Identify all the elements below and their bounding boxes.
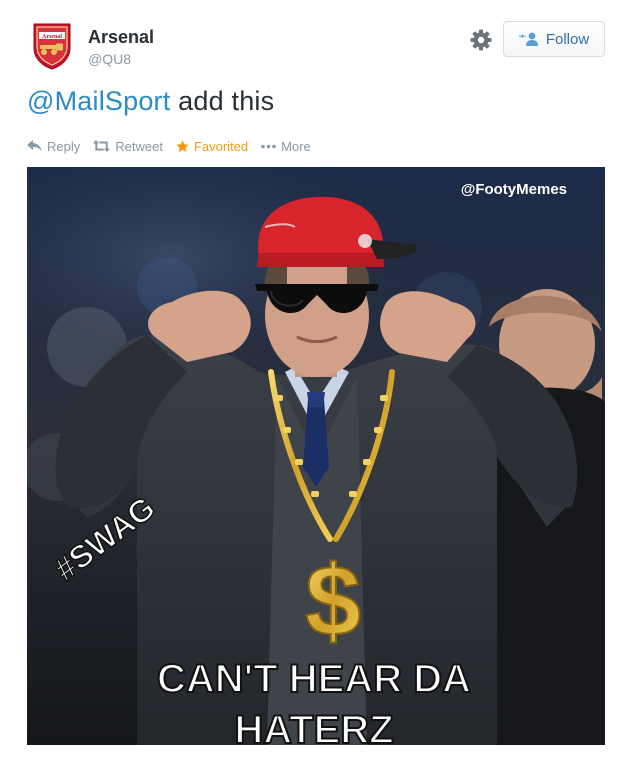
star-icon [176,139,189,152]
retweet-icon [93,140,111,152]
tweet-card: Arsenal Arsenal @QU8 Follow @MailSport a… [0,0,634,758]
tweet-body: add this [170,86,275,116]
more-label: More [281,138,311,154]
reply-icon [27,140,42,152]
arsenal-crest-icon[interactable]: Arsenal [31,22,73,70]
dollar-pendant: $ [305,545,361,657]
mention-link[interactable]: @MailSport [27,86,170,116]
follow-button[interactable]: Follow [503,21,605,57]
gear-icon[interactable] [469,28,493,52]
more-dots-icon [261,144,276,148]
reply-label: Reply [47,138,81,154]
retweet-label: Retweet [115,138,163,154]
reply-button[interactable]: Reply [27,139,80,154]
tweet-actions: Reply Retweet Favorited More [27,137,324,155]
retweet-button[interactable]: Retweet [93,139,163,154]
caption-line-1: CAN'T HEAR DA [157,657,471,701]
favorited-label: Favorited [193,138,249,154]
caption-line-2: HATERZ [234,708,393,745]
account-name[interactable]: Arsenal [88,27,154,48]
avatar-label: Arsenal [42,34,62,40]
follow-label: Follow [545,30,590,48]
more-button[interactable]: More [261,139,311,154]
favorite-button[interactable]: Favorited [176,139,248,154]
add-user-icon [518,31,539,47]
tweet-photo[interactable]: $ @FootyMemes #SWAG CAN'T HEAR DA HATERZ [27,167,605,745]
account-handle[interactable]: @QU8 [88,51,131,67]
tweet-text: @MailSport add this [27,86,274,117]
watermark-text: @FootyMemes [461,181,567,198]
